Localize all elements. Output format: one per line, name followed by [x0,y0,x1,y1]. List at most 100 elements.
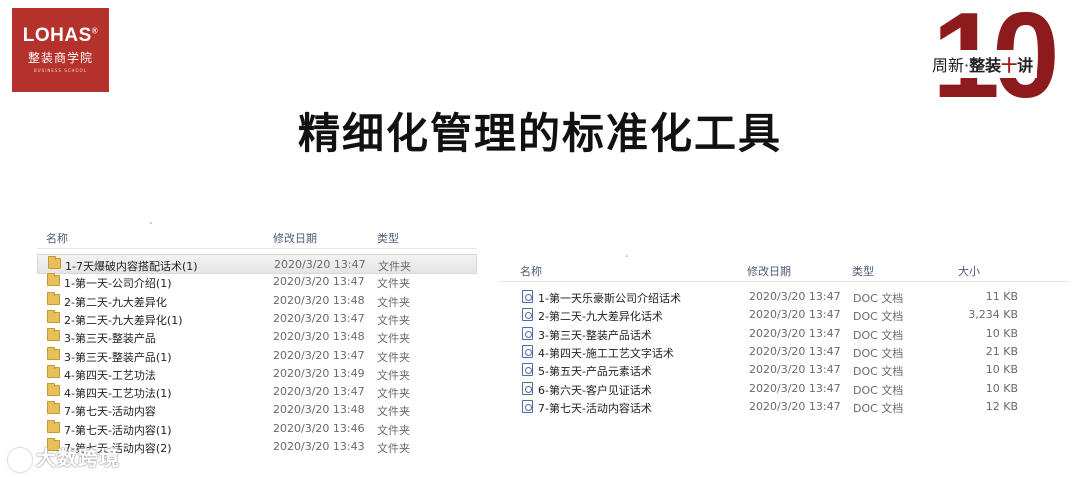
file-name: 3-第三天-整装产品(1) [64,350,172,364]
file-name: 2-第二天-九大差异化(1) [64,313,183,327]
file-name: 1-第一天-公司介绍(1) [64,277,172,291]
watermark: 大数跨境 [8,442,120,472]
folder-row[interactable]: 4-第四天-工艺功法(1) 2020/3/20 13:47 文件夹 [37,382,477,400]
sort-indicator-icon: ˄ [625,255,629,263]
modified-date: 2020/3/20 13:47 [273,348,365,362]
modified-date: 2020/3/20 13:47 [749,363,841,377]
file-name: 4-第四天-工艺功法 [64,368,156,382]
modified-date: 2020/3/20 13:47 [749,308,841,322]
column-type[interactable]: 类型 [377,230,399,246]
file-name: 7-第七天-活动内容(1) [64,423,172,437]
file-size: 10 KB [985,363,1018,377]
folder-row[interactable]: 3-第三天-整装产品(1) 2020/3/20 13:47 文件夹 [37,346,477,364]
modified-date: 2020/3/20 13:48 [273,293,365,307]
file-name: 3-第三天-整装产品话术 [538,328,652,342]
file-size: 3,234 KB [968,308,1018,322]
file-type: 文件夹 [377,405,410,419]
modified-date: 2020/3/20 13:47 [749,344,841,358]
document-row[interactable]: 5-第五天-产品元素话术 2020/3/20 13:47 DOC 文档 10 KB [498,360,1070,378]
file-name: 1-第一天乐豪斯公司介绍话术 [538,292,681,305]
modified-date: 2020/3/20 13:49 [273,366,365,380]
doc-file-icon [522,381,533,395]
doc-file-icon [522,308,533,322]
folder-row[interactable]: 3-第三天-整装产品 2020/3/20 13:48 文件夹 [37,327,477,345]
file-type: DOC 文档 [853,383,904,397]
document-row[interactable]: 4-第四天-施工工艺文字话术 2020/3/20 13:47 DOC 文档 21 KB [498,342,1070,360]
right-file-explorer: 名称 修改日期 类型 大小 ˄ 1-第一天乐豪斯公司介绍话术 2020/3/20 … [498,255,1070,462]
file-size: 10 KB [985,326,1018,340]
file-name: 4-第四天-施工工艺文字话术 [538,346,674,360]
folder-row[interactable]: 2-第二天-九大差异化(1) 2020/3/20 13:47 文件夹 [37,309,477,327]
watermark-text: 大数跨境 [36,446,120,470]
folder-row[interactable]: 7-第七天-活动内容 2020/3/20 13:48 文件夹 [37,400,477,418]
doc-file-icon [522,399,533,413]
file-name: 6-第六天-客户见证话术 [538,383,652,397]
logo-brand: LOHAS [22,25,92,46]
file-type: DOC 文档 [853,346,904,360]
folder-icon [47,346,60,360]
column-type[interactable]: 类型 [852,263,874,279]
column-name[interactable]: 名称 [46,230,68,246]
folder-row[interactable]: 1-7天爆破内容搭配话术(1) 2020/3/20 13:47 文件夹 [37,254,477,274]
folder-row[interactable]: 7-第七天-活动内容(1) 2020/3/20 13:46 文件夹 [37,419,477,437]
modified-date: 2020/3/20 13:47 [749,290,841,303]
sort-indicator-icon: ˄ [149,222,153,230]
folder-row[interactable]: 1-第一天-公司介绍(1) 2020/3/20 13:47 文件夹 [37,272,477,290]
doc-file-icon [522,363,533,377]
file-type: DOC 文档 [853,401,904,415]
folder-row[interactable]: 2-第二天-九大差异化 2020/3/20 13:48 文件夹 [37,291,477,309]
badge-mid: 整装 [969,56,1002,75]
slide-title: 精细化管理的标准化工具 [297,109,782,158]
file-type: 文件夹 [377,332,410,346]
file-size: 21 KB [985,344,1018,358]
column-name[interactable]: 名称 [520,263,542,279]
file-type: 文件夹 [377,295,410,309]
series-badge: 10 周新·整装十讲 [928,0,1072,116]
badge-accent: 十 [1001,56,1018,75]
folder-icon [48,256,61,269]
modified-date: 2020/3/20 13:43 [273,440,365,453]
folder-icon [47,383,60,397]
folder-icon [47,401,60,415]
watermark-logo-icon [8,447,32,472]
file-name: 5-第五天-产品元素话术 [538,365,652,379]
doc-file-icon [522,344,533,358]
folder-icon [47,364,60,378]
badge-label: 周新·整装十讲 [928,50,1038,78]
folder-icon [47,309,60,323]
file-type: 文件夹 [377,442,410,455]
folder-icon [47,273,60,287]
badge-suffix: 讲 [1017,56,1034,75]
file-type: 文件夹 [377,350,410,364]
logo-registered-mark: ® [91,26,99,36]
document-row[interactable]: 1-第一天乐豪斯公司介绍话术 2020/3/20 13:47 DOC 文档 11 KB [498,287,1070,305]
logo-subtitle: 整装商学院 [27,51,93,65]
file-type: DOC 文档 [853,292,904,305]
column-size[interactable]: 大小 [958,263,980,279]
column-date-modified[interactable]: 修改日期 [273,230,317,246]
document-row[interactable]: 6-第六天-客户见证话术 2020/3/20 13:47 DOC 文档 10 KB [498,379,1070,397]
modified-date: 2020/3/20 13:47 [749,381,841,395]
file-type: 文件夹 [377,423,410,437]
file-name: 2-第二天-九大差异化 [64,295,167,309]
folder-icon [47,328,60,342]
file-name: 3-第三天-整装产品 [64,332,156,346]
modified-date: 2020/3/20 13:48 [273,403,365,417]
folder-row[interactable]: 4-第四天-工艺功法 2020/3/20 13:49 文件夹 [37,364,477,382]
file-name: 4-第四天-工艺功法(1) [64,387,172,401]
logo-tagline: BUSINESS SCHOOL [33,68,88,73]
document-row[interactable]: 2-第二天-九大差异化话术 2020/3/20 13:47 DOC 文档 3,234 … [498,305,1070,323]
file-type: DOC 文档 [853,328,904,342]
document-row[interactable]: 3-第三天-整装产品话术 2020/3/20 13:47 DOC 文档 10 KB [498,324,1070,342]
modified-date: 2020/3/20 13:48 [273,330,365,344]
file-type: DOC 文档 [853,310,904,324]
file-type: 文件夹 [377,313,410,327]
right-column-header: 名称 修改日期 类型 大小 [498,257,1070,282]
file-type: 文件夹 [377,387,410,401]
file-name: 7-第七天-活动内容话术 [538,401,652,415]
document-row[interactable]: 7-第七天-活动内容话术 2020/3/20 13:47 DOC 文档 12 KB [498,397,1070,415]
badge-prefix: 周新· [932,56,970,75]
column-date-modified[interactable]: 修改日期 [747,263,791,279]
file-size: 11 KB [985,290,1018,303]
modified-date: 2020/3/20 13:47 [749,326,841,340]
